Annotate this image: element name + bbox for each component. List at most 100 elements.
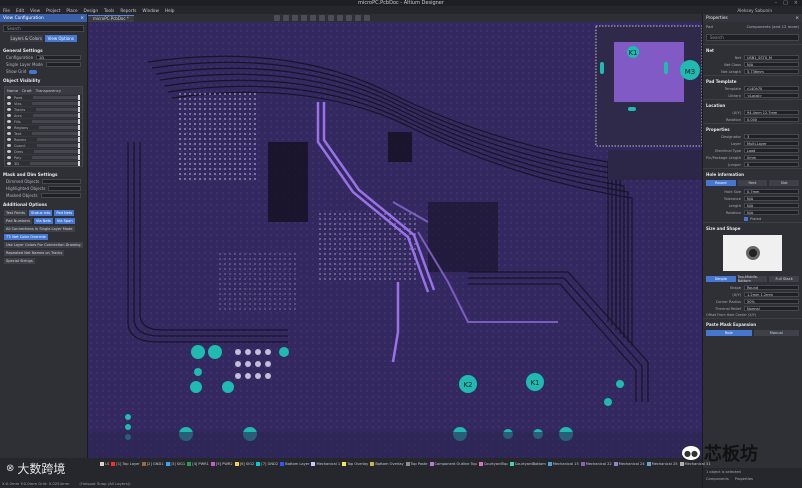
route-icon[interactable] bbox=[318, 15, 325, 21]
layer-tab[interactable]: Top Overlay bbox=[342, 461, 368, 466]
pcb-canvas[interactable]: K1 M3 K2 K1 bbox=[88, 22, 702, 458]
menu-window[interactable]: Window bbox=[142, 8, 159, 13]
layer-tab[interactable]: [4] PWR1 bbox=[187, 461, 209, 466]
property-value[interactable]: USB1_SSTX_M bbox=[744, 55, 799, 60]
property-value[interactable]: <Local> bbox=[744, 93, 799, 98]
layer-tab[interactable]: Bottom Layer bbox=[280, 461, 309, 466]
option-toggle[interactable]: Repeated Net Names on Tracks bbox=[4, 250, 65, 256]
property-value[interactable]: 5.736mm bbox=[744, 69, 799, 74]
menu-place[interactable]: Place bbox=[66, 8, 77, 13]
menu-design[interactable]: Design bbox=[84, 8, 98, 13]
paste-manual-button[interactable]: Manual bbox=[753, 330, 799, 336]
slider-handle[interactable] bbox=[78, 143, 80, 148]
slider-handle[interactable] bbox=[78, 101, 80, 106]
eye-icon[interactable] bbox=[7, 126, 11, 129]
layer-tab[interactable]: [7] GND2 bbox=[256, 461, 278, 466]
eye-icon[interactable] bbox=[7, 132, 11, 135]
configuration-select[interactable]: 2D bbox=[36, 55, 81, 60]
stack-simple-button[interactable]: Simple bbox=[706, 276, 736, 282]
eye-icon[interactable] bbox=[7, 120, 11, 123]
transparency-slider[interactable] bbox=[39, 125, 80, 130]
eye-icon[interactable] bbox=[7, 150, 11, 153]
property-value[interactable]: 0 bbox=[744, 162, 799, 167]
eye-icon[interactable] bbox=[7, 96, 11, 99]
close-icon[interactable]: × bbox=[795, 16, 799, 21]
document-tab[interactable]: microPC.PcbDoc * bbox=[88, 14, 134, 22]
slider-handle[interactable] bbox=[78, 137, 80, 142]
paste-rule-button[interactable]: Rule bbox=[706, 330, 752, 336]
property-value[interactable]: Round bbox=[744, 285, 799, 290]
property-value[interactable]: N/A bbox=[744, 196, 799, 201]
eye-icon[interactable] bbox=[7, 156, 11, 159]
slider-handle[interactable] bbox=[78, 155, 80, 160]
property-value[interactable]: c140h70 bbox=[744, 86, 799, 91]
layer-tab[interactable]: [6] SIG2 bbox=[234, 461, 254, 466]
plated-checkbox[interactable] bbox=[744, 217, 748, 221]
single-layer-select[interactable] bbox=[45, 62, 81, 67]
eye-icon[interactable] bbox=[7, 144, 11, 147]
show-grid-toggle[interactable] bbox=[29, 69, 38, 74]
option-toggle[interactable]: Pad Nets bbox=[54, 210, 75, 216]
context-filter[interactable]: Components (and 12 more) bbox=[747, 24, 799, 29]
option-toggle[interactable]: Pad Numbers bbox=[4, 218, 32, 224]
menu-reports[interactable]: Reports bbox=[120, 8, 136, 13]
text-icon[interactable] bbox=[354, 15, 361, 21]
tab-layers-colors[interactable]: Layers & Colors bbox=[10, 35, 43, 42]
option-toggle[interactable]: TT: Net Color Override bbox=[4, 234, 48, 240]
hole-slot-button[interactable]: Slot bbox=[769, 180, 800, 186]
close-icon[interactable]: × bbox=[80, 16, 84, 21]
property-value[interactable]: 0mm bbox=[744, 155, 799, 160]
layer-tab[interactable]: Mechanical 22 bbox=[580, 461, 612, 466]
transparency-slider[interactable] bbox=[32, 101, 80, 106]
option-toggle[interactable]: Test Points bbox=[4, 210, 28, 216]
plus-icon[interactable] bbox=[282, 15, 289, 21]
hole-rect-button[interactable]: Rect bbox=[737, 180, 768, 186]
slider-handle[interactable] bbox=[78, 119, 80, 124]
transparency-slider[interactable] bbox=[32, 131, 80, 136]
eye-icon[interactable] bbox=[7, 114, 11, 117]
transparency-slider[interactable] bbox=[32, 155, 80, 160]
property-value[interactable]: 0.7mm bbox=[744, 189, 799, 194]
option-toggle[interactable]: Via Nets bbox=[33, 218, 53, 224]
option-toggle[interactable]: Special Strings bbox=[4, 258, 35, 264]
properties-search-input[interactable]: Search bbox=[706, 34, 799, 41]
transparency-slider[interactable] bbox=[32, 113, 80, 118]
property-value[interactable]: Multi-Layer bbox=[744, 141, 799, 146]
tab-properties[interactable]: Properties bbox=[735, 477, 753, 481]
align-icon[interactable] bbox=[309, 15, 316, 21]
mask-slider[interactable] bbox=[42, 179, 81, 184]
hole-round-button[interactable]: Round bbox=[706, 180, 736, 186]
layer-tab[interactable]: Bottom Overlay bbox=[370, 461, 404, 466]
slider-handle[interactable] bbox=[78, 107, 80, 112]
option-toggle[interactable]: All Connections in Single Layer Mode bbox=[4, 226, 75, 232]
option-toggle[interactable]: Use Layer Colors For Connection Drawing bbox=[4, 242, 83, 248]
property-value[interactable]: Normal bbox=[744, 306, 799, 311]
menu-project[interactable]: Project bbox=[46, 8, 60, 13]
menu-tools[interactable]: Tools bbox=[104, 8, 114, 13]
property-value[interactable]: 0.000 bbox=[744, 117, 799, 122]
menu-view[interactable]: View bbox=[30, 8, 40, 13]
layer-tab[interactable]: Mechanical 15 bbox=[547, 461, 579, 466]
layer-tab[interactable]: [2] GND1 bbox=[141, 461, 164, 466]
property-value[interactable]: N/A bbox=[744, 62, 799, 67]
menu-edit[interactable]: Edit bbox=[16, 8, 24, 13]
option-toggle[interactable]: Status Info bbox=[29, 210, 53, 216]
transparency-slider[interactable] bbox=[34, 149, 80, 154]
slider-handle[interactable] bbox=[78, 131, 80, 136]
slider-handle[interactable] bbox=[78, 149, 80, 154]
transparency-slider[interactable] bbox=[31, 119, 80, 124]
slider-handle[interactable] bbox=[78, 113, 80, 118]
tab-components[interactable]: Components bbox=[706, 477, 729, 481]
layer-tab[interactable]: Mechanical 25 bbox=[646, 461, 678, 466]
property-value[interactable]: 50% bbox=[744, 299, 799, 304]
property-value[interactable]: 3 bbox=[744, 134, 799, 139]
layer-tab[interactable]: [3] SIG1 bbox=[165, 461, 185, 466]
property-value[interactable]: 94.4mm 12.7mm bbox=[744, 110, 799, 115]
property-value[interactable]: 1.2mm 1.2mm bbox=[744, 292, 799, 297]
layer-tab[interactable]: Top Paste bbox=[405, 461, 428, 466]
eye-icon[interactable] bbox=[7, 138, 11, 141]
transparency-slider[interactable] bbox=[36, 107, 80, 112]
user-name[interactable]: Aleksey Sabunin bbox=[737, 8, 772, 13]
layer-tab[interactable]: LS bbox=[100, 461, 109, 466]
slider-handle[interactable] bbox=[78, 161, 80, 166]
